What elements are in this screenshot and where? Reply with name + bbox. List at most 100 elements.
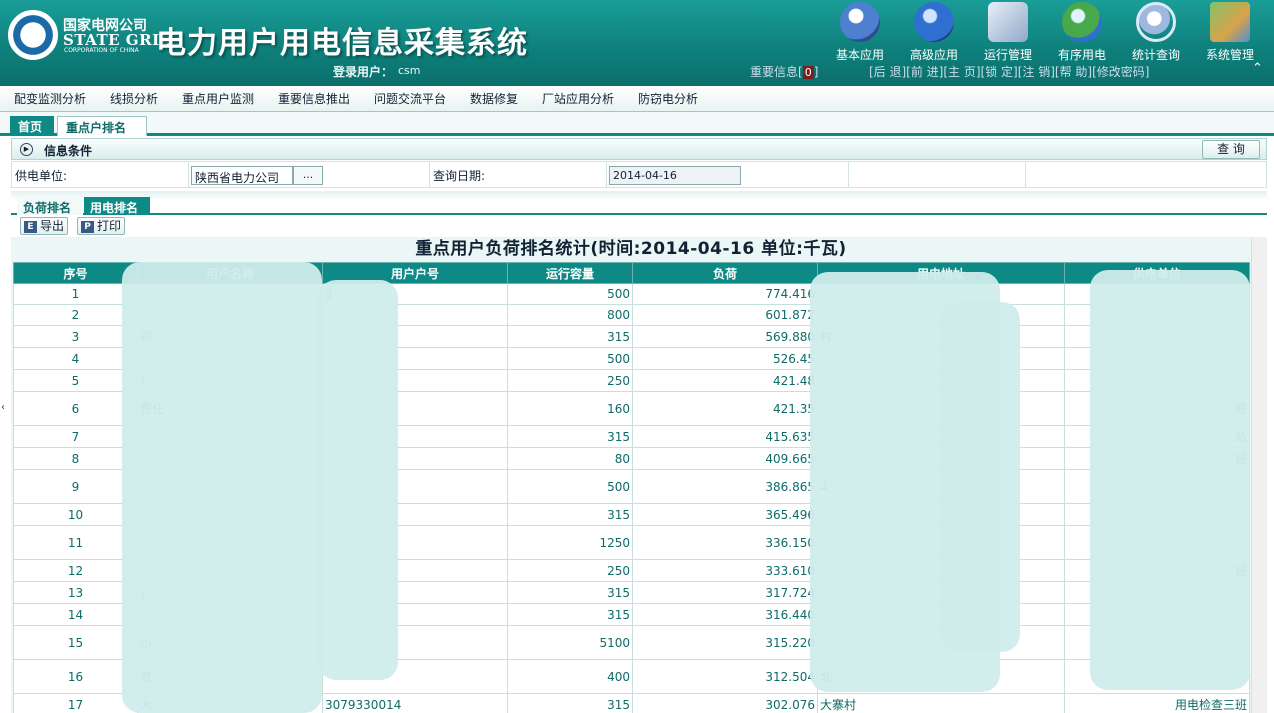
table-row[interactable]: 3 司 315 569.880 村 <box>13 325 1250 348</box>
cell-account <box>322 503 508 526</box>
table-row[interactable]: 16 变 400 312.504 北 <box>13 659 1250 694</box>
nav-label: 基本应用 <box>835 48 884 62</box>
col-header-unit[interactable]: 供电单位 <box>1064 262 1250 284</box>
tab-bar: 首页 重点户排名✕ <box>0 112 1274 149</box>
table-row[interactable]: 14 315 316.440 <box>13 603 1250 626</box>
cell-account <box>322 425 508 448</box>
table-row[interactable]: 15 小 5100 315.220 <box>13 625 1250 660</box>
unit-field[interactable]: 陕西省电力公司 <box>191 166 293 185</box>
table-row[interactable]: 8 80 409.665 班 <box>13 447 1250 470</box>
menu-item-data-repair[interactable]: 数据修复 <box>470 90 518 107</box>
menu-item-station-analysis[interactable]: 厂站应用分析 <box>542 90 614 107</box>
table-row[interactable]: 2 800 601.872 <box>13 304 1250 326</box>
sidebar-toggle-icon[interactable]: ‹ <box>1 402 5 413</box>
menu-item-important-info[interactable]: 重要信息推出 <box>278 90 350 107</box>
cell-load: 317.724 <box>632 581 818 604</box>
table-row[interactable]: 5） 250 421.48 <box>13 369 1250 392</box>
nav-advanced-app[interactable]: 高级应用 <box>899 2 969 62</box>
menu-item-line-loss[interactable]: 线损分析 <box>110 90 158 107</box>
col-header-account[interactable]: 用户户号 <box>322 262 508 284</box>
cell-load: 569.880 <box>632 325 818 348</box>
nav-orderly-power[interactable]: 有序用电 <box>1047 2 1117 62</box>
date-field[interactable]: 2014-04-16 <box>609 166 741 185</box>
nav-operation[interactable]: 运行管理 <box>973 2 1043 62</box>
col-header-name[interactable]: 用户名称 <box>137 262 323 284</box>
nav-statistics[interactable]: 统计查询 <box>1121 2 1191 62</box>
table-row[interactable]: 17 大 3079330014 315 302.076 大寨村 用电检查三班 <box>13 693 1250 713</box>
col-header-capacity[interactable]: 运行容量 <box>507 262 633 284</box>
export-button[interactable]: E 导出 <box>20 217 69 235</box>
double-chevron-up-icon[interactable]: ⌃ <box>1252 61 1263 76</box>
cell-address <box>817 603 1065 626</box>
map-icon <box>1210 2 1250 42</box>
table-row[interactable]: 10 315 365.496 <box>13 503 1250 526</box>
table-row[interactable]: 7 315 415.635 站 <box>13 425 1250 448</box>
col-header-no[interactable]: 序号 <box>13 262 138 284</box>
cell-account <box>322 347 508 370</box>
magnifier-icon <box>1136 2 1176 42</box>
tab-usage-rank[interactable]: 用电排名 <box>84 197 150 215</box>
cell-no: 11 <box>13 525 138 560</box>
cell-account <box>322 525 508 560</box>
cell-address <box>817 525 1065 560</box>
basic-app-icon <box>840 2 880 42</box>
cell-no: 7 <box>13 425 138 448</box>
cell-unit <box>1064 503 1250 526</box>
quick-links[interactable]: [后 退][前 进][主 页][锁 定][注 销][帮 助][修改密码] <box>869 63 1149 80</box>
table-row[interactable]: 6 责任 160 421.35 班 <box>13 391 1250 426</box>
cell-unit <box>1064 625 1250 660</box>
cell-name <box>137 559 323 582</box>
nav-basic-app[interactable]: 基本应用 <box>825 2 895 62</box>
vertical-scrollbar[interactable] <box>1251 237 1267 713</box>
menu-item-anti-theft[interactable]: 防窃电分析 <box>638 90 698 107</box>
cell-capacity: 315 <box>507 581 633 604</box>
menu-item-forum[interactable]: 问题交流平台 <box>374 90 446 107</box>
cell-no: 9 <box>13 469 138 504</box>
info-panel-title: 信息条件 <box>44 144 93 158</box>
cell-name: 变 <box>137 659 323 694</box>
nav-label: 有序用电 <box>1057 48 1106 62</box>
table-row[interactable]: 11 1250 336.150 <box>13 525 1250 560</box>
tab-key-user-rank[interactable]: 重点户排名✕ <box>57 116 147 149</box>
table-row[interactable]: 13） 315 317.724 <box>13 581 1250 604</box>
cell-load: 526.45 <box>632 347 818 370</box>
table-row[interactable]: 1 3 500 774.416 <box>13 283 1250 305</box>
nav-system[interactable]: 系统管理 <box>1195 2 1265 62</box>
col-header-address[interactable]: 用电地址 <box>817 262 1065 284</box>
cell-capacity: 80 <box>507 447 633 470</box>
cell-load: 316.440 <box>632 603 818 626</box>
export-icon: E <box>24 220 37 233</box>
cell-unit: 用电检查三班 <box>1064 693 1250 713</box>
cell-load: 774.416 <box>632 283 818 305</box>
cell-unit: 站 <box>1064 425 1250 448</box>
globe-icon <box>914 2 954 42</box>
tab-label: 重点户排名 <box>66 121 127 135</box>
play-icon[interactable]: ▶ <box>20 143 33 156</box>
menu-item-key-user-monitor[interactable]: 重点用户监测 <box>182 90 254 107</box>
table-row[interactable]: 12 250 333.610 班 <box>13 559 1250 582</box>
unit-picker-button[interactable]: ... <box>293 166 323 185</box>
cell-name: 小 <box>137 625 323 660</box>
cell-no: 13 <box>13 581 138 604</box>
query-button[interactable]: 查 询 <box>1202 140 1260 159</box>
cell-capacity: 500 <box>507 469 633 504</box>
cell-name <box>137 503 323 526</box>
important-info[interactable]: 重要信息[0] <box>750 63 818 80</box>
cell-name <box>137 425 323 448</box>
tab-home[interactable]: 首页 <box>10 116 54 136</box>
cell-name <box>137 447 323 470</box>
table-row[interactable]: 4 500 526.45 <box>13 347 1250 370</box>
ranking-table: 序号 用户名称 用户户号 运行容量 负荷 用电地址 供电单位 1 3 500 774.… <box>13 262 1250 713</box>
tab-load-rank[interactable]: 负荷排名 <box>17 197 83 215</box>
nav-label: 统计查询 <box>1131 48 1180 62</box>
table-row[interactable]: 9 500 386.865 4 <box>13 469 1250 504</box>
menu-item-transformer-monitor[interactable]: 配变监测分析 <box>14 90 86 107</box>
print-button[interactable]: P 打印 <box>77 217 126 235</box>
cell-load: 336.150 <box>632 525 818 560</box>
cell-capacity: 500 <box>507 283 633 305</box>
cell-capacity: 5100 <box>507 625 633 660</box>
cell-name <box>137 347 323 370</box>
col-header-load[interactable]: 负荷 <box>632 262 818 284</box>
cell-load: 421.35 <box>632 391 818 426</box>
cell-account <box>322 603 508 626</box>
